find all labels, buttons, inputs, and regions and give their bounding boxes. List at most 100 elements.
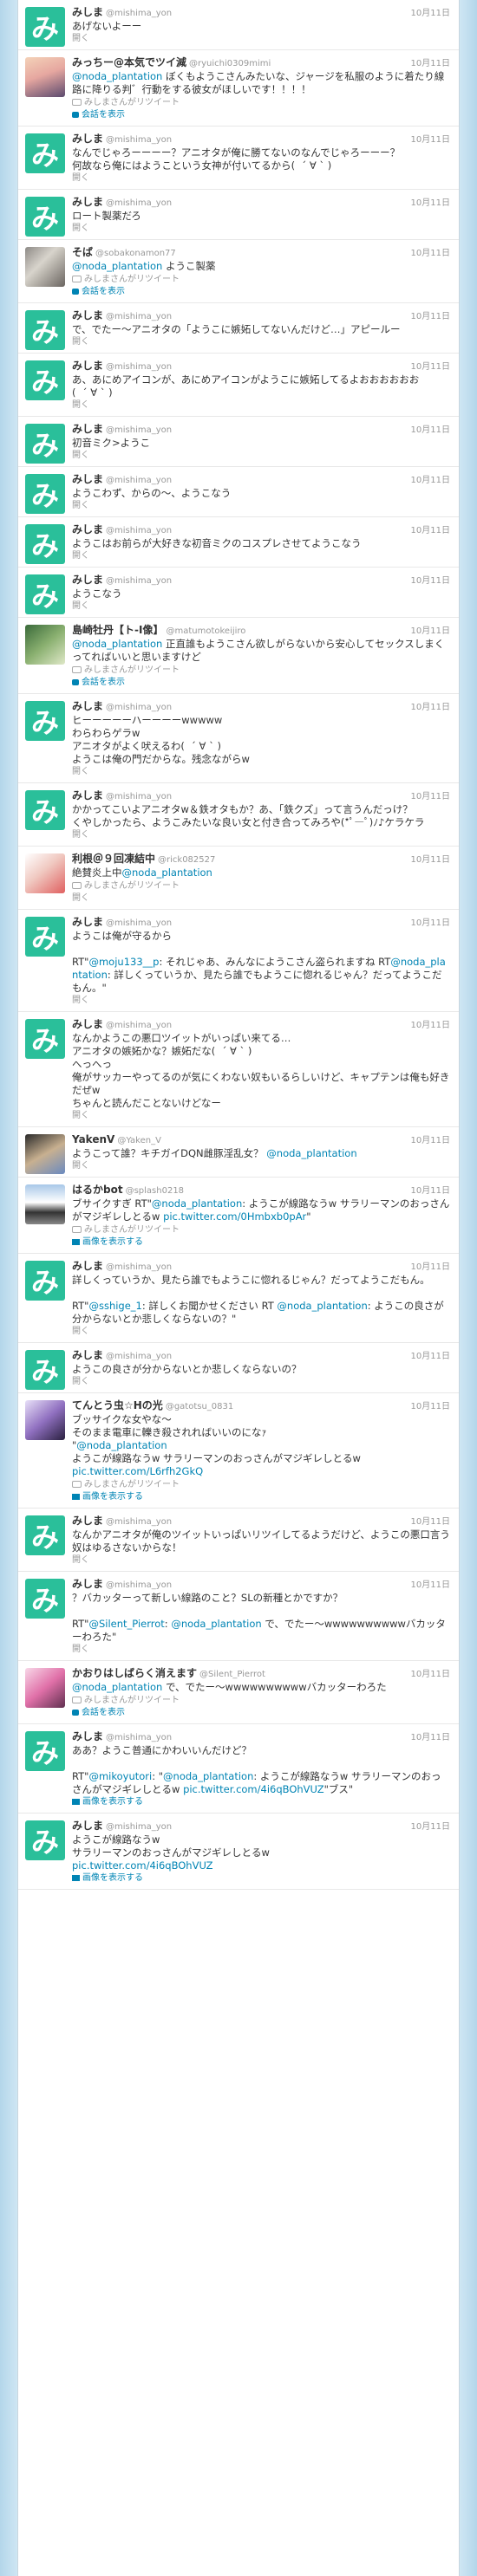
open-tweet-link[interactable]: 開く [72,600,450,613]
user-name[interactable]: そば [72,246,93,258]
tweet-timestamp[interactable]: 10月11日 [411,1017,450,1030]
show-conversation-link[interactable]: 会話を表示 [72,109,450,121]
tweet-link[interactable]: @mikoyutori [88,1770,152,1782]
tweet-link[interactable]: @noda_plantation [72,260,162,272]
user-name[interactable]: みしま [72,789,103,801]
tweet-timestamp[interactable]: 10月11日 [411,573,450,586]
user-name[interactable]: みしま [72,1349,103,1361]
tweet-link[interactable]: @noda_plantation [152,1197,242,1210]
tweet-timestamp[interactable]: 10月11日 [411,359,450,372]
user-name[interactable]: みしま [72,196,103,208]
tweet-timestamp[interactable]: 10月11日 [411,1259,450,1272]
screen-name[interactable]: @matumotokeijiro [166,626,245,636]
user-name[interactable]: みしま [72,1260,103,1272]
screen-name[interactable]: @mishima_yon [106,135,172,145]
user-avatar[interactable]: み [25,790,65,830]
screen-name[interactable]: @mishima_yon [106,1262,172,1272]
tweet-link[interactable]: pic.twitter.com/L6rfh2GkQ [72,1465,203,1477]
user-avatar[interactable] [25,1668,65,1708]
open-tweet-link[interactable]: 開く [72,766,450,778]
user-name[interactable]: みしま [72,1018,103,1030]
user-name[interactable]: 島崎牡丹【ト-I像】 [72,624,163,636]
tweet-link[interactable]: @noda_plantation [72,1681,162,1693]
tweet-timestamp[interactable]: 10月11日 [411,915,450,928]
tweet-timestamp[interactable]: 10月11日 [411,1577,450,1590]
user-avatar[interactable] [25,1134,65,1174]
user-avatar[interactable]: み [25,1579,65,1619]
user-name[interactable]: みしま [72,1730,103,1742]
user-name[interactable]: てんとう虫☆Hの光 [72,1399,163,1411]
screen-name[interactable]: @ryuichi0309mimi [189,59,271,68]
user-avatar[interactable]: み [25,1515,65,1555]
screen-name[interactable]: @Yaken_V [117,1136,161,1145]
tweet-timestamp[interactable]: 10月11日 [411,1666,450,1679]
tweet-timestamp[interactable]: 10月11日 [411,308,450,321]
user-name[interactable]: みしま [72,574,103,586]
user-avatar[interactable]: み [25,360,65,400]
screen-name[interactable]: @mishima_yon [106,703,172,712]
show-conversation-link[interactable]: 会話を表示 [72,1707,450,1719]
open-tweet-link[interactable]: 開く [72,1644,450,1656]
user-avatar[interactable]: み [25,133,65,173]
tweet-timestamp[interactable]: 10月11日 [411,1132,450,1145]
screen-name[interactable]: @Silent_Pierrot [199,1670,265,1679]
tweet-link[interactable]: pic.twitter.com/4i6qBOhVUZ [72,1859,213,1872]
user-avatar[interactable]: み [25,1820,65,1860]
open-tweet-link[interactable]: 開く [72,399,450,412]
user-name[interactable]: 利根＠９回凍結中 [72,853,155,865]
show-media-link[interactable]: 画像を表示する [72,1796,450,1808]
user-avatar[interactable] [25,247,65,287]
user-avatar[interactable]: み [25,1350,65,1390]
user-name[interactable]: YakenV [72,1133,114,1145]
screen-name[interactable]: @mishima_yon [106,576,172,586]
screen-name[interactable]: @mishima_yon [106,425,172,435]
screen-name[interactable]: @mishima_yon [106,792,172,801]
user-avatar[interactable]: み [25,197,65,237]
open-tweet-link[interactable]: 開く [72,336,450,348]
user-name[interactable]: みしま [72,423,103,435]
tweet-timestamp[interactable]: 10月11日 [411,5,450,18]
user-name[interactable]: みしま [72,309,103,321]
tweet-link[interactable]: @noda_plantation [72,70,162,82]
show-conversation-link[interactable]: 会話を表示 [72,286,450,298]
screen-name[interactable]: @mishima_yon [106,1517,172,1527]
screen-name[interactable]: @sobakonamon77 [95,249,176,258]
tweet-timestamp[interactable]: 10月11日 [411,1819,450,1832]
user-name[interactable]: みしま [72,6,103,18]
user-name[interactable]: みしま [72,360,103,372]
tweet-link[interactable]: @moju133__p [88,956,159,968]
user-avatar[interactable]: み [25,310,65,350]
tweet-timestamp[interactable]: 10月11日 [411,1398,450,1411]
open-tweet-link[interactable]: 開く [72,223,450,235]
open-tweet-link[interactable]: 開く [72,995,450,1007]
screen-name[interactable]: @mishima_yon [106,9,172,18]
tweet-link[interactable]: pic.twitter.com/0Hmbxb0pAr [163,1210,306,1223]
screen-name[interactable]: @mishima_yon [106,1580,172,1590]
screen-name[interactable]: @gatotsu_0831 [166,1402,233,1411]
tweet-timestamp[interactable]: 10月11日 [411,1183,450,1196]
user-name[interactable]: かおりはしばらく消えます [72,1667,197,1679]
tweet-link[interactable]: @sshige_1 [88,1300,141,1312]
screen-name[interactable]: @mishima_yon [106,526,172,535]
tweet-timestamp[interactable]: 10月11日 [411,1729,450,1742]
show-media-link[interactable]: 画像を表示する [72,1236,450,1249]
user-avatar[interactable]: み [25,474,65,514]
tweet-link[interactable]: @noda_plantation [72,638,162,650]
screen-name[interactable]: @mishima_yon [106,1352,172,1361]
open-tweet-link[interactable]: 開く [72,1110,450,1122]
user-avatar[interactable]: み [25,574,65,614]
user-name[interactable]: みっちー@本気でツイ減 [72,56,186,68]
open-tweet-link[interactable]: 開く [72,1326,450,1338]
user-avatar[interactable]: み [25,917,65,957]
user-avatar[interactable]: み [25,424,65,464]
user-name[interactable]: みしま [72,1515,103,1527]
tweet-timestamp[interactable]: 10月11日 [411,422,450,435]
tweet-timestamp[interactable]: 10月11日 [411,195,450,208]
user-avatar[interactable]: み [25,1731,65,1771]
tweet-timestamp[interactable]: 10月11日 [411,852,450,865]
tweet-timestamp[interactable]: 10月11日 [411,699,450,712]
open-tweet-link[interactable]: 開く [72,1160,450,1172]
open-tweet-link[interactable]: 開く [72,1376,450,1388]
open-tweet-link[interactable]: 開く [72,892,450,905]
tweet-timestamp[interactable]: 10月11日 [411,522,450,535]
